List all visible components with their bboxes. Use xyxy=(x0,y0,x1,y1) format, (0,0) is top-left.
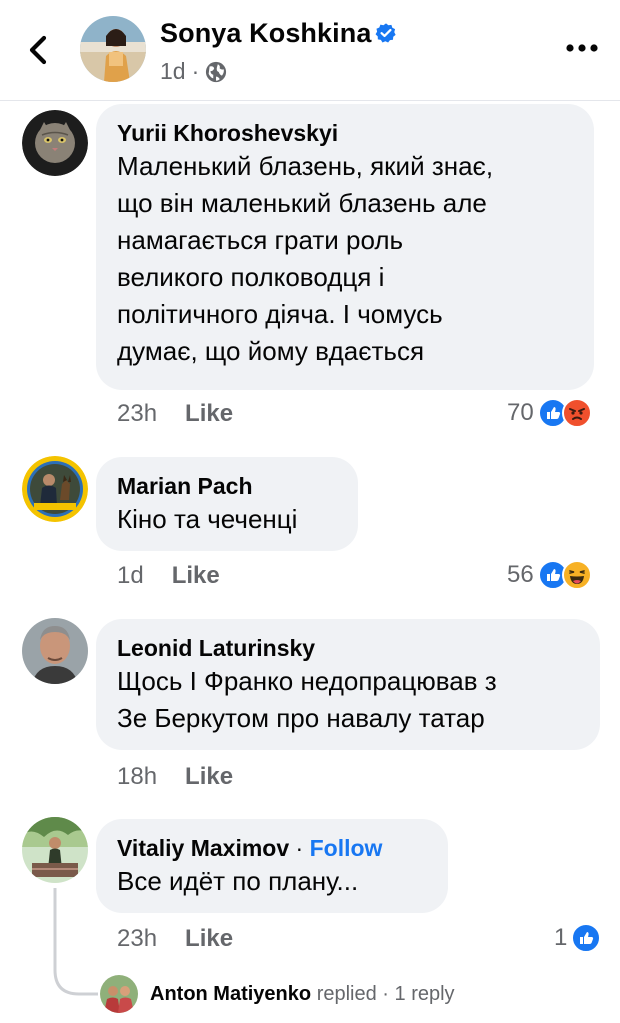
comment-actions: 18h Like xyxy=(117,763,233,791)
comment-author-row: Vitaliy Maximov · Follow xyxy=(117,833,428,863)
comment-avatar[interactable] xyxy=(22,110,88,176)
comment-author[interactable]: Leonid Laturinsky xyxy=(117,633,580,663)
comment-bubble[interactable]: Marian Pach Кіно та чеченці xyxy=(96,457,358,551)
author-name-text[interactable]: Sonya Koshkina xyxy=(160,18,371,48)
author-name[interactable]: Sonya Koshkina xyxy=(160,18,397,49)
comment-actions: 1d Like xyxy=(117,562,220,590)
reaction-summary[interactable]: 1 xyxy=(554,923,602,953)
back-arrow-icon[interactable] xyxy=(22,30,56,70)
post-header: Sonya Koshkina 1d · xyxy=(0,0,620,100)
follow-button[interactable]: Follow xyxy=(310,835,383,861)
comment-time[interactable]: 1d xyxy=(117,562,144,590)
meta-separator: · xyxy=(191,58,200,84)
post-time[interactable]: 1d xyxy=(160,58,186,85)
author-avatar[interactable] xyxy=(80,16,146,82)
comment-bubble[interactable]: Vitaliy Maximov · Follow Все идёт по пла… xyxy=(96,819,448,913)
reply-author: Anton Matiyenko xyxy=(150,982,312,1005)
comment-time[interactable]: 23h xyxy=(117,400,157,428)
like-button[interactable]: Like xyxy=(185,400,233,428)
like-button[interactable]: Like xyxy=(185,925,233,953)
follow-separator: · xyxy=(295,835,304,861)
comment-text: Щось І Франко недопрацював з Зе Беркутом… xyxy=(117,666,497,733)
comment-time[interactable]: 23h xyxy=(117,925,157,953)
comment-bubble[interactable]: Leonid Laturinsky Щось І Франко недопрац… xyxy=(96,619,600,750)
comment-author[interactable]: Yurii Khoroshevskyi xyxy=(117,118,574,148)
reply-count: 1 reply xyxy=(394,982,455,1005)
reply-separator: · xyxy=(382,982,389,1005)
haha-reaction-icon xyxy=(561,560,592,590)
comment-avatar[interactable] xyxy=(22,817,88,883)
header-divider xyxy=(0,100,620,101)
comment-author[interactable]: Marian Pach xyxy=(117,471,338,501)
reaction-count: 1 xyxy=(554,924,568,951)
reaction-summary[interactable]: 70 xyxy=(507,398,592,428)
reply-avatar xyxy=(100,975,138,1013)
comment-avatar[interactable] xyxy=(22,618,88,684)
reaction-summary[interactable]: 56 xyxy=(507,560,592,590)
comment-text: Кіно та чеченці xyxy=(117,504,298,534)
reply-summary[interactable]: Anton Matiyenko replied · 1 reply xyxy=(150,983,455,1006)
comment-text: Маленький блазень, який знає, що він мал… xyxy=(117,151,494,366)
post-meta: 1d · xyxy=(160,58,227,85)
reply-verb: replied xyxy=(316,982,377,1005)
more-horizontal-icon[interactable] xyxy=(564,36,600,60)
reaction-count: 70 xyxy=(507,399,534,426)
like-reaction-icon xyxy=(571,923,602,953)
comment-actions: 23h Like xyxy=(117,400,233,428)
comment-text: Все идёт по плану... xyxy=(117,866,359,896)
comment-avatar[interactable] xyxy=(22,456,88,522)
thread-connector xyxy=(53,888,98,996)
angry-reaction-icon xyxy=(561,398,592,428)
like-button[interactable]: Like xyxy=(185,763,233,791)
comment-bubble[interactable]: Yurii Khoroshevskyi Маленький блазень, я… xyxy=(96,104,594,390)
comment-actions: 23h Like xyxy=(117,925,233,953)
like-button[interactable]: Like xyxy=(172,562,220,590)
globe-icon[interactable] xyxy=(205,61,227,83)
comment-author[interactable]: Vitaliy Maximov xyxy=(117,835,289,861)
view-replies[interactable]: Anton Matiyenko replied · 1 reply xyxy=(100,975,455,1013)
reaction-count: 56 xyxy=(507,561,534,588)
comment-time[interactable]: 18h xyxy=(117,763,157,791)
verified-badge-icon xyxy=(376,23,397,43)
